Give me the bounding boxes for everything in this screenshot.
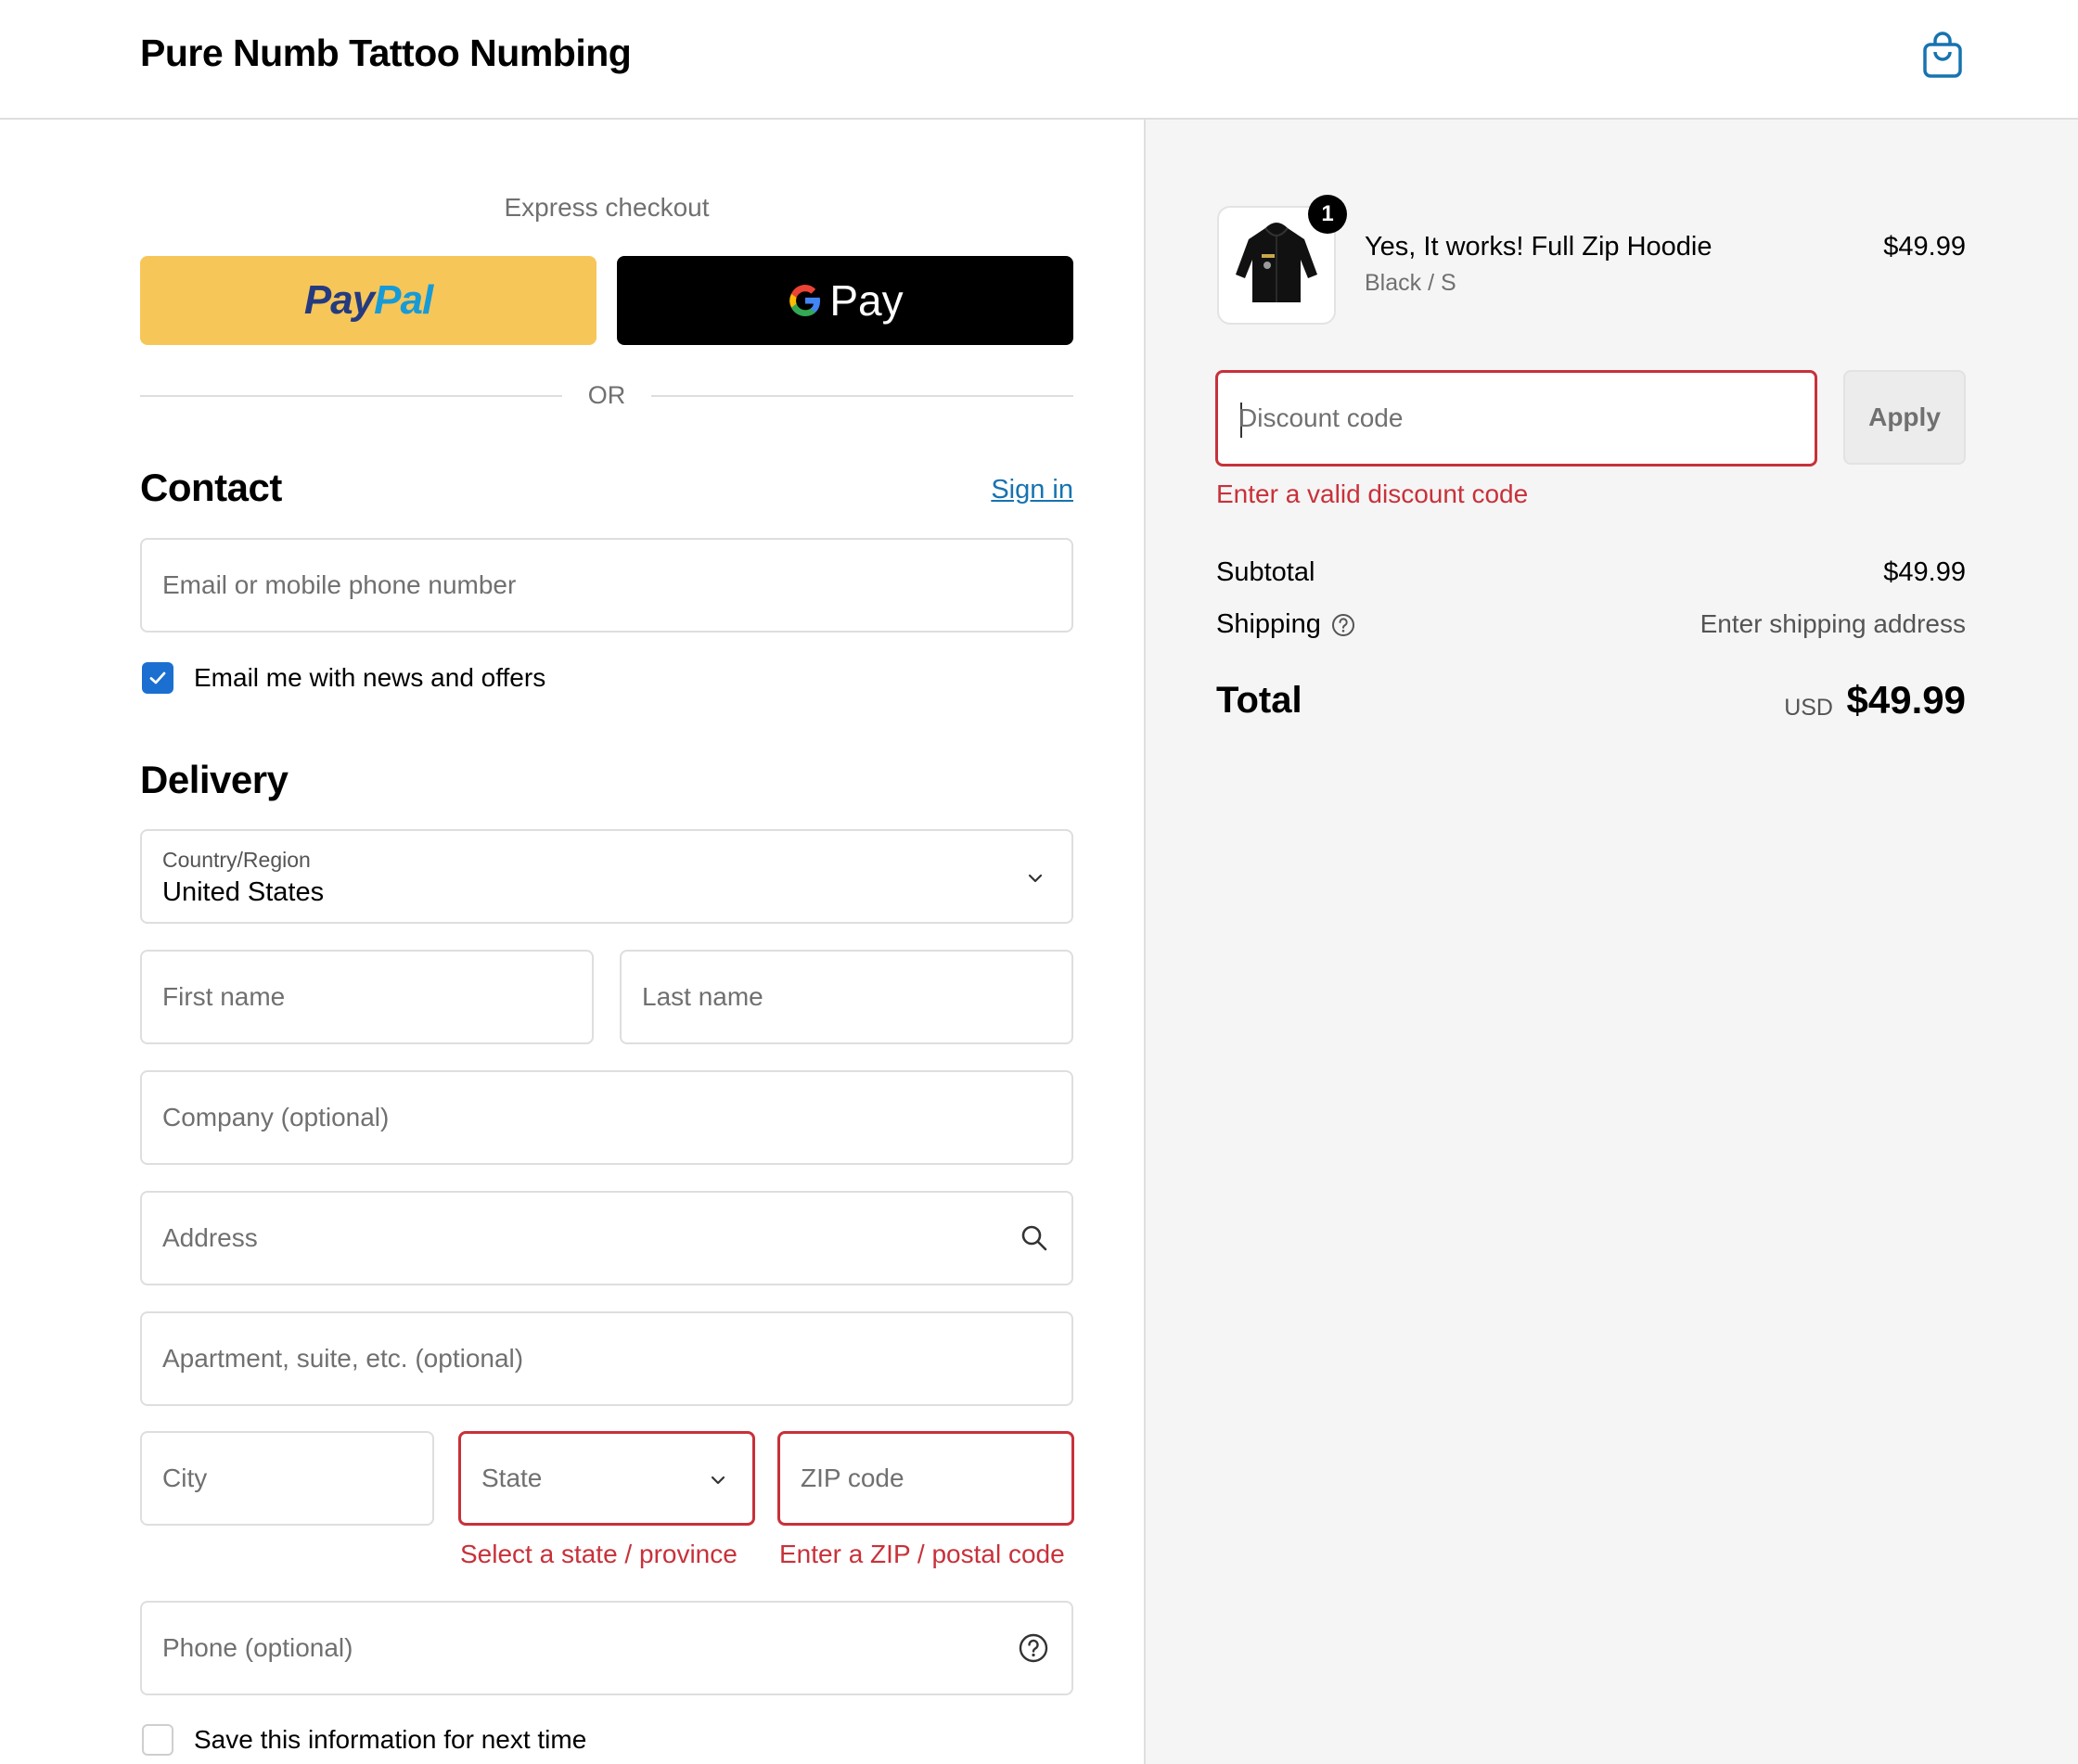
zip-placeholder: ZIP code <box>801 1464 904 1492</box>
product-name: Yes, It works! Full Zip Hoodie <box>1365 232 1712 262</box>
shipping-value: Enter shipping address <box>1700 609 1966 638</box>
product-variant: Black / S <box>1365 270 1456 296</box>
email-placeholder: Email or mobile phone number <box>162 570 517 599</box>
chevron-down-icon <box>1028 874 1043 883</box>
total-currency: USD <box>1784 695 1833 721</box>
discount-error-message: Enter a valid discount code <box>1216 479 1529 508</box>
country-label: Country/Region <box>162 848 311 872</box>
phone-placeholder: Phone (optional) <box>162 1633 353 1662</box>
save-info-checkbox[interactable] <box>142 1724 173 1756</box>
shipping-help-icon[interactable] <box>1330 612 1356 638</box>
save-info-label[interactable]: Save this information for next time <box>194 1725 586 1755</box>
last-name-field[interactable]: Last name <box>620 950 1073 1044</box>
apartment-placeholder: Apartment, suite, etc. (optional) <box>162 1344 524 1373</box>
city-placeholder: City <box>162 1464 208 1492</box>
sign-in-link[interactable]: Sign in <box>928 475 1073 505</box>
last-name-placeholder: Last name <box>642 982 763 1011</box>
checkmark-icon <box>149 671 166 684</box>
paypal-logo-pal: Pal <box>374 277 433 323</box>
store-name[interactable]: Pure Numb Tattoo Numbing <box>140 32 632 75</box>
country-select[interactable]: Country/Region United States <box>140 829 1073 924</box>
subtotal-label: Subtotal <box>1216 557 1315 587</box>
total-value: $49.99 <box>1846 678 1966 722</box>
discount-placeholder: Discount code <box>1238 403 1404 432</box>
first-name-placeholder: First name <box>162 982 286 1011</box>
zip-error-message: Enter a ZIP / postal code <box>779 1540 1065 1568</box>
state-select[interactable]: State <box>458 1431 755 1526</box>
email-field[interactable]: Email or mobile phone number <box>140 538 1073 633</box>
google-g-icon <box>789 285 821 317</box>
news-checkbox[interactable] <box>142 662 173 694</box>
divider-left <box>140 395 562 397</box>
state-placeholder: State <box>481 1464 543 1492</box>
divider-right <box>651 395 1073 397</box>
help-icon[interactable] <box>1018 1632 1049 1664</box>
first-name-field[interactable]: First name <box>140 950 594 1044</box>
delivery-heading: Delivery <box>140 758 289 801</box>
zip-field[interactable]: ZIP code <box>777 1431 1074 1526</box>
company-field[interactable]: Company (optional) <box>140 1070 1073 1165</box>
shopping-bag-icon[interactable] <box>1921 32 1964 80</box>
news-checkbox-label[interactable]: Email me with news and offers <box>194 663 545 693</box>
country-value: United States <box>162 877 325 907</box>
express-checkout-title: Express checkout <box>504 193 710 222</box>
google-pay-button[interactable]: Pay <box>617 256 1073 345</box>
product-price: $49.99 <box>1883 232 1966 262</box>
google-pay-label: Pay <box>829 276 904 325</box>
apply-discount-button[interactable]: Apply <box>1843 370 1966 465</box>
paypal-logo: PayPal <box>303 277 433 324</box>
shipping-label: Shipping <box>1216 609 1321 639</box>
company-placeholder: Company (optional) <box>162 1103 390 1131</box>
paypal-button[interactable]: PayPal <box>140 256 596 345</box>
discount-code-field[interactable]: Discount code <box>1215 370 1817 467</box>
subtotal-value: $49.99 <box>1883 557 1966 587</box>
phone-field[interactable]: Phone (optional) <box>140 1601 1073 1695</box>
search-icon[interactable] <box>1020 1223 1049 1253</box>
order-summary-panel <box>1144 120 2078 1764</box>
chevron-down-icon <box>711 1476 725 1485</box>
address-placeholder: Address <box>162 1223 258 1252</box>
total-label: Total <box>1216 680 1302 721</box>
state-error-message: Select a state / province <box>460 1540 738 1568</box>
site-header: Pure Numb Tattoo Numbing <box>0 0 2078 120</box>
or-divider-label: OR <box>587 381 626 409</box>
quantity-badge: 1 <box>1308 195 1347 234</box>
city-field[interactable]: City <box>140 1431 434 1526</box>
apartment-field[interactable]: Apartment, suite, etc. (optional) <box>140 1311 1073 1406</box>
paypal-logo-pay: Pay <box>303 277 375 323</box>
contact-heading: Contact <box>140 466 282 509</box>
address-field[interactable]: Address <box>140 1191 1073 1285</box>
